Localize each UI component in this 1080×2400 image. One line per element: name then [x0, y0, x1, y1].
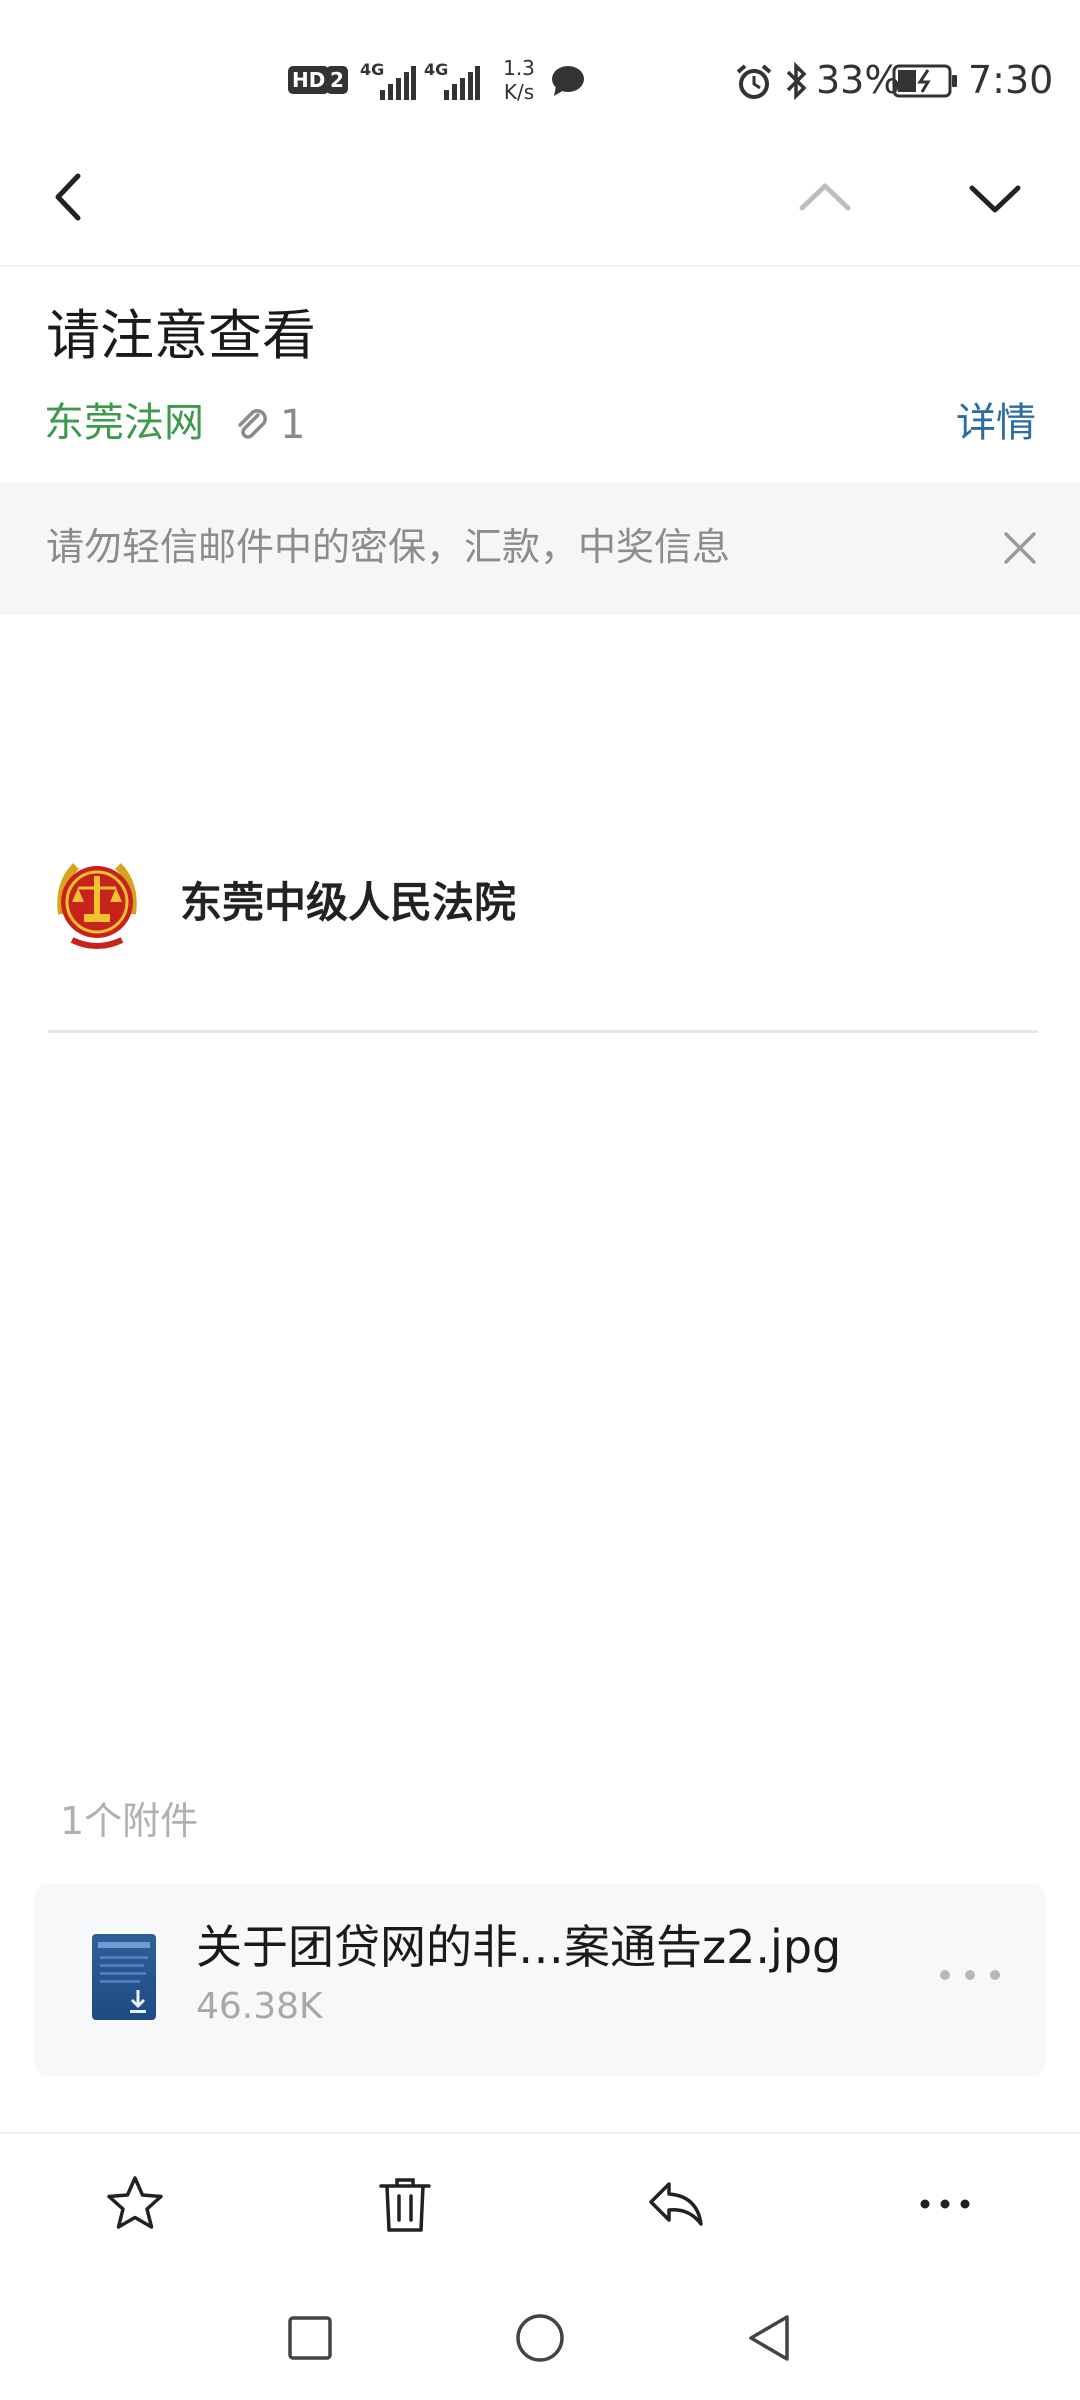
- battery-percent: 33%: [816, 58, 901, 102]
- system-navigation-bar: [0, 2274, 1080, 2400]
- attachment-item[interactable]: [34, 1884, 1046, 2076]
- attachment-more-button[interactable]: [940, 1970, 1000, 1990]
- delete-button[interactable]: [365, 2164, 445, 2244]
- download-icon: [130, 1990, 146, 2009]
- previous-email-button[interactable]: [790, 170, 860, 226]
- signal-icon-2: 4G: [424, 60, 480, 100]
- chevron-left-icon: [55, 173, 81, 221]
- circle-icon: [516, 2314, 564, 2362]
- system-back-button[interactable]: [730, 2298, 810, 2378]
- star-button[interactable]: [95, 2164, 175, 2244]
- header-divider: [0, 265, 1080, 267]
- bluetooth-icon: [786, 61, 807, 101]
- details-link[interactable]: 详情: [956, 395, 1036, 451]
- more-icon: [920, 2199, 970, 2209]
- attachments-header: 1个附件: [60, 1799, 199, 1843]
- reply-button[interactable]: [635, 2164, 715, 2244]
- court-emblem-icon: [57, 863, 137, 949]
- chevron-down-icon: [969, 185, 1021, 213]
- close-warning-button[interactable]: [996, 524, 1044, 572]
- home-button[interactable]: [500, 2298, 580, 2378]
- clock: 7:30: [968, 58, 1054, 102]
- sender-name[interactable]: 东莞法网: [44, 395, 204, 451]
- network-speed: 1.3 K/s: [503, 56, 535, 104]
- triangle-back-icon: [749, 2315, 789, 2361]
- paperclip-icon: [238, 409, 267, 439]
- signal-icon-1: 4G: [360, 60, 416, 100]
- email-subject: 请注意查看: [46, 304, 316, 367]
- organization-name: 东莞中级人民法院: [180, 878, 517, 927]
- sim-badge: 2: [326, 66, 348, 94]
- image-file-thumbnail[interactable]: [92, 1934, 156, 2020]
- chevron-up-icon: [799, 183, 851, 211]
- battery-icon: [892, 64, 957, 98]
- star-icon: [107, 2176, 163, 2229]
- hd-badge: HD: [288, 66, 330, 94]
- attachment-count: 1: [280, 402, 306, 448]
- square-icon: [288, 2316, 332, 2360]
- more-actions-button[interactable]: [905, 2164, 985, 2244]
- email-action-toolbar: [0, 2134, 1080, 2274]
- reply-icon: [649, 2182, 703, 2226]
- status-bar: HD 2 4G 4G 1.3 K/s 33% 7:30: [0, 0, 1080, 150]
- navigation-bar: [0, 150, 1080, 265]
- trash-icon: [379, 2178, 431, 2232]
- attachment-size: 46.38K: [196, 1986, 323, 2027]
- security-warning-text: 请勿轻信邮件中的密保，汇款，中奖信息: [46, 525, 731, 569]
- back-button[interactable]: [36, 162, 106, 232]
- recent-apps-button[interactable]: [270, 2298, 350, 2378]
- close-icon: [1004, 532, 1036, 564]
- alarm-icon: [736, 64, 772, 99]
- attachment-indicator[interactable]: 1: [232, 398, 305, 452]
- message-icon: [552, 66, 584, 96]
- next-email-button[interactable]: [960, 170, 1030, 226]
- content-divider: [48, 1030, 1038, 1033]
- attachment-name: 关于团贷网的非…案通告z2.jpg: [196, 1920, 842, 1974]
